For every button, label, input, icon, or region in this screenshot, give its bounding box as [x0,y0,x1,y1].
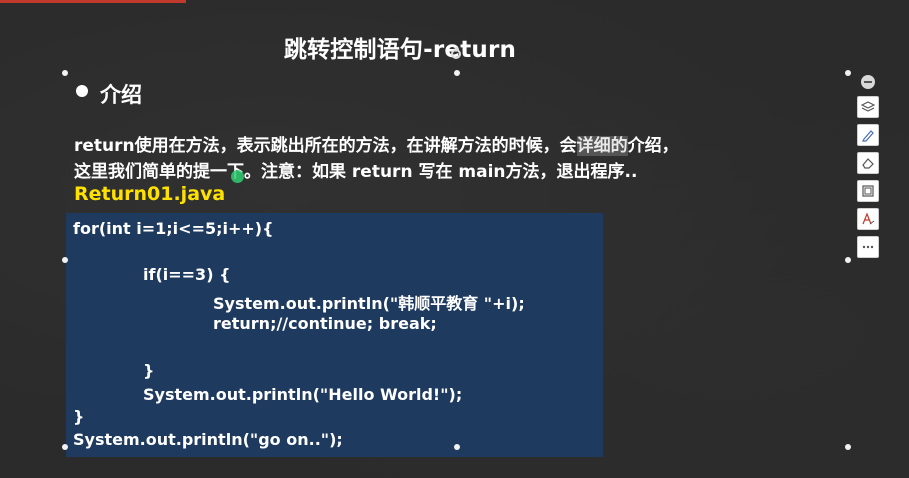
selection-handle[interactable] [454,444,460,450]
code-line: for(int i=1;i<=5;i++){ [73,219,274,238]
code-block[interactable]: for(int i=1;i<=5;i++){ if(i==3) { System… [66,213,603,457]
pen-icon[interactable] [857,124,879,146]
more-icon[interactable] [857,236,879,258]
intro-heading: 介绍 [100,83,142,107]
code-line: System.out.println("go on.."); [73,430,343,449]
code-line: } [143,361,155,380]
selection-handle[interactable] [62,70,68,76]
collapse-icon[interactable] [861,75,875,89]
pointer-cursor-icon [231,170,244,183]
description-line2: 这里我们简单的提一下。注意：如果 return 写在 main方法，退出程序.. [74,162,638,182]
description-part1: return使用在方法，表示跳出所在的方法，在讲解方法的时候，会 [74,136,577,156]
selection-handle[interactable] [845,444,851,450]
layers-icon[interactable] [857,96,879,118]
description-part2: 介绍， [627,136,679,156]
selection-handle[interactable] [845,70,851,76]
text-style-icon[interactable] [857,208,879,230]
code-line: System.out.println("Hello World!"); [143,385,463,404]
description-text: return使用在方法，表示跳出所在的方法，在讲解方法的时候，会详细的介绍， 这… [74,133,834,185]
selection-handle[interactable] [845,257,851,263]
code-line: System.out.println("韩顺平教育 "+i); [213,294,525,313]
selection-handle[interactable] [62,257,68,263]
filename-label: Return01.java [74,183,226,205]
selection-handle[interactable] [454,70,460,76]
bullet-icon [76,85,88,97]
code-line: return;//continue; break; [213,314,437,333]
selection-handle[interactable] [62,444,68,450]
top-accent-bar [0,0,186,3]
frame-icon[interactable] [857,180,879,202]
code-line: if(i==3) { [143,265,231,284]
code-line: } [73,407,85,426]
eraser-icon[interactable] [857,152,879,174]
rotate-handle[interactable] [451,47,461,59]
slide-title: 跳转控制语句-return [283,37,517,63]
description-highlight: 详细的 [576,136,628,156]
